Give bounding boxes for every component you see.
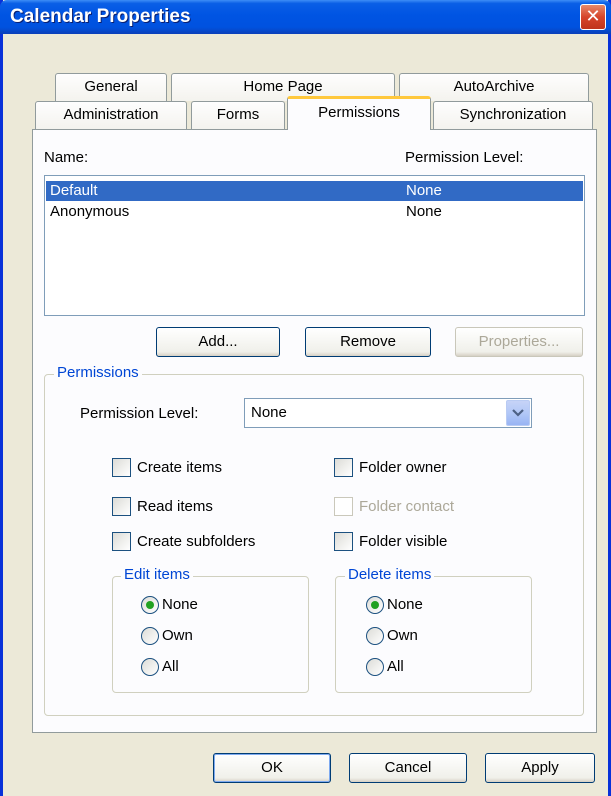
tab-administration[interactable]: Administration (35, 101, 187, 129)
properties-button[interactable]: Properties... (455, 327, 583, 357)
checkbox-box[interactable] (334, 532, 353, 551)
radio-circle[interactable] (141, 658, 159, 676)
list-item-level: None (406, 203, 442, 220)
list-item-level: None (406, 182, 442, 199)
close-icon: ✕ (585, 6, 601, 27)
read-items-label: Read items (137, 498, 213, 515)
checkbox-box[interactable] (112, 532, 131, 551)
checkbox-box[interactable] (112, 497, 131, 516)
apply-button[interactable]: Apply (485, 753, 595, 783)
checkbox-box[interactable] (334, 497, 353, 516)
name-column-label: Name: (44, 149, 89, 166)
folder-contact-label: Folder contact (359, 498, 455, 515)
checkbox-box[interactable] (112, 458, 131, 477)
permission-level-column-label: Permission Level: (405, 149, 524, 166)
checkbox-box[interactable] (334, 458, 353, 477)
edit-items-group-label: Edit items (121, 566, 193, 583)
tab-permissions[interactable]: Permissions (287, 96, 431, 130)
dialog-window: Calendar Properties ✕ General Home Page … (0, 0, 611, 796)
add-button[interactable]: Add... (156, 327, 280, 357)
edit-items-own-label: Own (162, 627, 193, 644)
permission-level-value: None (251, 404, 287, 421)
create-items-label: Create items (137, 459, 223, 476)
tab-synchronization[interactable]: Synchronization (433, 101, 593, 129)
remove-button[interactable]: Remove (305, 327, 431, 357)
tab-forms[interactable]: Forms (191, 101, 285, 129)
radio-circle[interactable] (141, 627, 159, 645)
permission-level-select[interactable]: None (244, 398, 532, 428)
delete-items-all-label: All (387, 658, 404, 675)
delete-items-group-label: Delete items (345, 566, 435, 583)
dropdown-arrow-button[interactable] (506, 400, 530, 426)
delete-items-group (335, 576, 532, 693)
ok-button[interactable]: OK (213, 753, 331, 783)
edit-items-all-label: All (162, 658, 179, 675)
radio-selected-dot (146, 601, 154, 609)
close-button[interactable]: ✕ (580, 4, 606, 30)
delete-items-own-label: Own (387, 627, 418, 644)
permission-level-label: Permission Level: (80, 405, 199, 422)
edit-items-none-label: None (162, 596, 198, 613)
cancel-button[interactable]: Cancel (349, 753, 467, 783)
window-title: Calendar Properties (10, 6, 191, 27)
create-subfolders-label: Create subfolders (137, 533, 256, 550)
delete-items-none-label: None (387, 596, 423, 613)
list-item[interactable]: Default None (46, 181, 583, 201)
tab-general[interactable]: General (55, 73, 167, 101)
permissions-user-list[interactable]: Default None Anonymous None (44, 175, 585, 316)
folder-visible-label: Folder visible (359, 533, 448, 550)
radio-circle[interactable] (366, 658, 384, 676)
radio-circle[interactable] (141, 596, 159, 614)
list-item-name: Anonymous (50, 203, 130, 220)
folder-owner-label: Folder owner (359, 459, 447, 476)
radio-circle[interactable] (366, 596, 384, 614)
title-bar[interactable]: Calendar Properties ✕ (0, 0, 611, 34)
chevron-down-icon (512, 409, 524, 417)
list-item-name: Default (50, 182, 98, 199)
radio-circle[interactable] (366, 627, 384, 645)
permissions-group-label: Permissions (54, 364, 142, 381)
radio-selected-dot (371, 601, 379, 609)
list-item[interactable]: Anonymous None (46, 202, 583, 222)
